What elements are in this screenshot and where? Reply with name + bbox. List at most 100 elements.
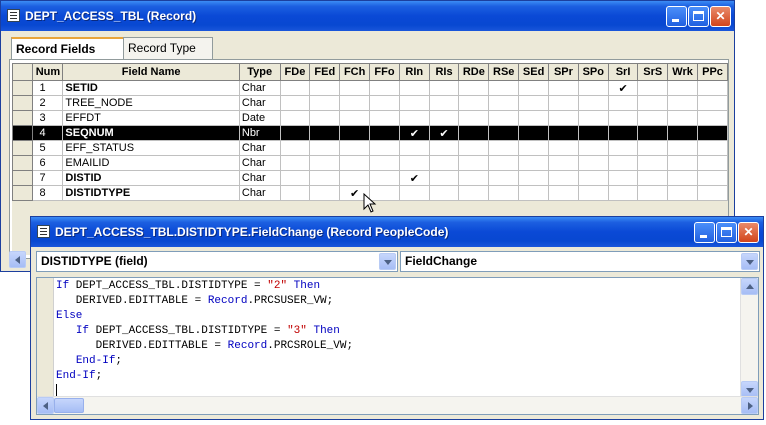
column-header[interactable]: Num [32, 63, 64, 81]
code-line[interactable]: If DEPT_ACCESS_TBL.DISTIDTYPE = "3" Then [56, 324, 353, 339]
attribute-cell[interactable] [667, 140, 699, 156]
attribute-cell[interactable] [548, 140, 579, 156]
attribute-cell[interactable] [428, 140, 460, 156]
column-header[interactable]: Field Name [62, 63, 240, 81]
attribute-cell[interactable] [518, 155, 550, 171]
column-header[interactable]: FCh [339, 63, 371, 81]
attribute-cell[interactable] [697, 140, 728, 156]
code-line[interactable]: DERIVED.EDITTABLE = Record.PRCSROLE_VW; [56, 339, 353, 354]
peoplecode-window[interactable]: DEPT_ACCESS_TBL.DISTIDTYPE.FieldChange (… [30, 216, 764, 420]
attribute-cell[interactable] [548, 170, 579, 186]
attribute-cell[interactable] [488, 185, 520, 201]
attribute-cell[interactable] [309, 95, 341, 111]
row-header[interactable] [12, 110, 34, 126]
attribute-cell[interactable] [458, 185, 490, 201]
attribute-cell[interactable] [518, 110, 550, 126]
column-header[interactable]: SrI [607, 63, 639, 81]
row-header[interactable] [12, 95, 34, 111]
attribute-cell[interactable] [458, 110, 490, 126]
column-header[interactable]: Type [238, 63, 281, 81]
attribute-cell[interactable] [577, 140, 609, 156]
attribute-cell[interactable] [309, 185, 341, 201]
scroll-right-icon[interactable] [741, 397, 758, 414]
attribute-cell[interactable] [309, 125, 341, 141]
attribute-cell[interactable] [279, 155, 311, 171]
attribute-cell[interactable] [398, 95, 430, 111]
attribute-cell[interactable] [637, 140, 669, 156]
column-header[interactable]: FDe [279, 63, 311, 81]
attribute-cell[interactable] [339, 155, 371, 171]
attribute-cell[interactable] [488, 170, 520, 186]
attribute-cell[interactable] [607, 110, 639, 126]
column-header[interactable]: Wrk [667, 63, 699, 81]
row-number[interactable]: 3 [32, 110, 64, 126]
attribute-cell[interactable] [637, 95, 669, 111]
attribute-cell[interactable] [518, 170, 550, 186]
attribute-cell[interactable] [339, 125, 371, 141]
attribute-cell[interactable] [488, 95, 520, 111]
attribute-cell[interactable] [577, 80, 609, 96]
attribute-cell[interactable] [309, 140, 341, 156]
field-type-cell[interactable]: Char [238, 170, 281, 186]
attribute-cell[interactable] [428, 155, 460, 171]
field-name-cell[interactable]: SEQNUM [62, 125, 240, 141]
attribute-cell[interactable] [369, 140, 400, 156]
row-number[interactable]: 1 [32, 80, 64, 96]
field-type-cell[interactable]: Char [238, 155, 281, 171]
close-icon[interactable] [710, 6, 731, 27]
row-header[interactable] [12, 185, 34, 201]
attribute-cell[interactable] [548, 185, 579, 201]
attribute-cell[interactable] [637, 170, 669, 186]
attribute-cell[interactable] [339, 95, 371, 111]
attribute-cell[interactable] [369, 155, 400, 171]
row-header[interactable] [12, 125, 34, 141]
attribute-cell[interactable] [548, 110, 579, 126]
attribute-cell[interactable] [518, 140, 550, 156]
table-row[interactable]: 7 DISTID Char ✔ [12, 170, 728, 186]
field-name-cell[interactable]: DISTIDTYPE [62, 185, 240, 201]
row-header[interactable] [12, 155, 34, 171]
maximize-icon[interactable] [688, 6, 709, 27]
close-icon[interactable] [738, 222, 759, 243]
table-row[interactable]: 1 SETID Char ✔ [12, 80, 728, 96]
attribute-cell[interactable] [577, 95, 609, 111]
attribute-cell[interactable] [667, 110, 699, 126]
field-name-cell[interactable]: DISTID [62, 170, 240, 186]
attribute-cell[interactable] [279, 140, 311, 156]
attribute-cell[interactable] [428, 95, 460, 111]
attribute-cell[interactable] [398, 80, 430, 96]
column-header[interactable]: RDe [458, 63, 490, 81]
attribute-cell[interactable] [637, 185, 669, 201]
attribute-cell[interactable] [488, 125, 520, 141]
attribute-cell[interactable] [637, 80, 669, 96]
scroll-left-icon[interactable] [9, 251, 26, 268]
attribute-cell[interactable] [279, 95, 311, 111]
field-type-cell[interactable]: Char [238, 185, 281, 201]
table-row[interactable]: 4 SEQNUM Nbr ✔ ✔ [12, 125, 728, 141]
attribute-cell[interactable] [458, 155, 490, 171]
attribute-cell[interactable] [458, 170, 490, 186]
event-combo[interactable]: FieldChange [400, 251, 760, 272]
minimize-icon[interactable] [694, 222, 715, 243]
attribute-cell[interactable] [369, 80, 400, 96]
attribute-cell[interactable] [369, 95, 400, 111]
attribute-cell[interactable] [398, 185, 430, 201]
attribute-cell[interactable] [279, 80, 311, 96]
code-editor[interactable]: If DEPT_ACCESS_TBL.DISTIDTYPE = "2" Then… [36, 277, 759, 415]
attribute-cell[interactable] [607, 155, 639, 171]
code-line[interactable]: End-If; [56, 369, 353, 384]
record-window-titlebar[interactable]: DEPT_ACCESS_TBL (Record) [1, 1, 734, 31]
field-name-cell[interactable]: EFFDT [62, 110, 240, 126]
attribute-cell[interactable] [548, 80, 579, 96]
field-name-cell[interactable]: TREE_NODE [62, 95, 240, 111]
attribute-cell[interactable] [577, 185, 609, 201]
code-line[interactable]: DERIVED.EDITTABLE = Record.PRCSUSER_VW; [56, 294, 353, 309]
attribute-cell[interactable] [697, 170, 728, 186]
attribute-cell[interactable] [279, 125, 311, 141]
tab-record-fields[interactable]: Record Fields [11, 37, 124, 61]
attribute-cell[interactable] [279, 185, 311, 201]
attribute-cell[interactable] [518, 185, 550, 201]
minimize-icon[interactable] [666, 6, 687, 27]
attribute-cell[interactable] [697, 80, 728, 96]
attribute-cell[interactable] [607, 125, 639, 141]
